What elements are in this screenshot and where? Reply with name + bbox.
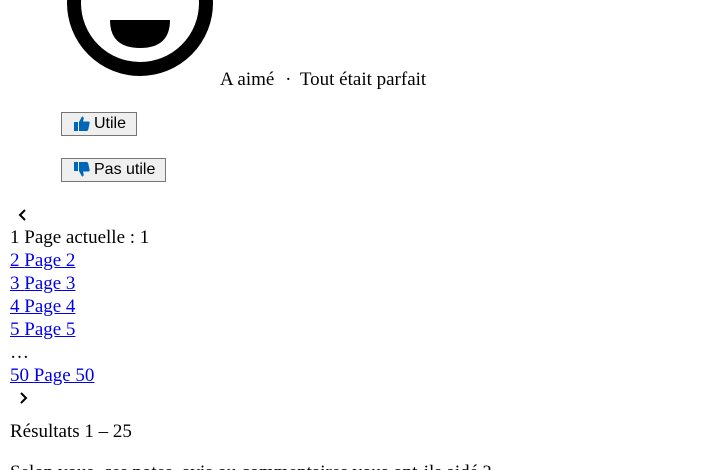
- review-comment: Tout était parfait: [299, 69, 427, 90]
- page-link-3[interactable]: 3 Page 3: [10, 272, 149, 295]
- results-count: Résultats 1 – 25: [10, 421, 132, 442]
- feedback-question: Selon vous, ces notes, avis ou commentai…: [10, 462, 491, 470]
- page-link-50[interactable]: 50 Page 50: [10, 364, 149, 387]
- separator: ·: [285, 69, 292, 90]
- pagination: 1 Page actuelle : 1 2 Page 2 3 Page 3 4 …: [10, 204, 149, 409]
- not-useful-label: Pas utile: [94, 161, 156, 178]
- page-link-5[interactable]: 5 Page 5: [10, 318, 149, 341]
- not-useful-button[interactable]: Pas utile: [61, 158, 167, 182]
- liked-label: A aimé: [220, 69, 275, 90]
- useful-button[interactable]: Utile: [61, 112, 138, 136]
- page-link-2[interactable]: 2 Page 2: [10, 249, 149, 272]
- reviews-page: A aimé · Tout était parfait Utile Pas ut…: [0, 0, 717, 470]
- thumbs-down-icon: [74, 162, 90, 177]
- review-summary: A aimé · Tout était parfait: [220, 68, 426, 92]
- chevron-left-icon[interactable]: [12, 204, 34, 226]
- smiley-face-icon: [67, 0, 213, 76]
- current-page: 1 Page actuelle : 1: [10, 227, 150, 248]
- pagination-ellipsis: …: [10, 342, 29, 363]
- useful-label: Utile: [94, 115, 127, 132]
- thumbs-up-icon: [74, 116, 90, 131]
- chevron-right-icon[interactable]: [12, 387, 34, 409]
- page-link-4[interactable]: 4 Page 4: [10, 295, 149, 318]
